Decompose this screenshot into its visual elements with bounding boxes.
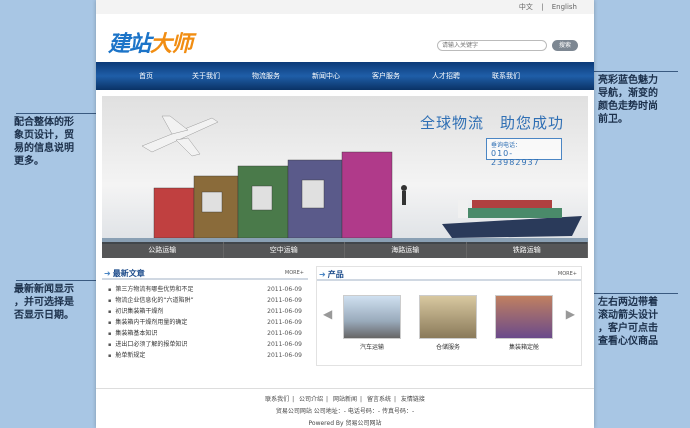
- product-label: 汽车运输: [359, 344, 384, 351]
- product-card[interactable]: 汽车运输: [343, 295, 401, 351]
- hotline-number: 010-23982937: [491, 149, 540, 167]
- annotation-line: 左右两边带着: [598, 297, 658, 308]
- product-carousel: ◀ 汽车运输 仓储服务 集装箱定舱 ▶: [317, 287, 581, 351]
- language-switch: 中文 | English: [516, 2, 580, 12]
- annotation-line: 导航，渐变的: [598, 88, 658, 99]
- cargo-ship-icon: [442, 200, 582, 238]
- logo-text-part-a: 建站: [108, 32, 151, 57]
- footer-info: 贸易公司网站 公司地址：- 电话号码：- 传真号码：-: [275, 408, 415, 415]
- nav-item-logistics[interactable]: 物流服务: [236, 71, 296, 81]
- annotation-line: 颜色走势时尚: [598, 101, 658, 112]
- annotation-line: ，并可选择是: [14, 297, 74, 308]
- annotation-line: 前卫。: [598, 114, 628, 125]
- lang-chinese-link[interactable]: 中文: [519, 3, 533, 11]
- annotation-left-bottom: 最新新闻显示 ，并可选择是 否显示日期。: [14, 283, 96, 322]
- annotation-line: 最新新闻显示: [14, 284, 74, 295]
- product-card[interactable]: 集装箱定舱: [495, 295, 553, 351]
- news-item[interactable]: 物流企业信息化的“六道陷阱”2011-06-09: [102, 295, 308, 306]
- search-input[interactable]: [437, 40, 547, 51]
- news-item[interactable]: 集装箱基本知识2011-06-09: [102, 328, 308, 339]
- annotation-line: 查看心仪商品: [598, 336, 658, 347]
- lang-separator: |: [541, 3, 544, 11]
- news-section: ➜最新文章 MORE+ 第三方物流有哪些优势和不足2011-06-09 物流企业…: [102, 266, 308, 361]
- nav-item-news[interactable]: 新闻中心: [296, 71, 356, 81]
- news-item[interactable]: 进出口必须了解的报单知识2011-06-09: [102, 339, 308, 350]
- product-card[interactable]: 仓储服务: [419, 295, 477, 351]
- banner-slogan: 全球物流 助您成功: [419, 114, 564, 132]
- banner-tab-air[interactable]: 空中运输: [224, 242, 345, 258]
- site-logo[interactable]: 建站大师: [108, 26, 193, 58]
- news-title: ➜ 最新文章: [104, 268, 145, 279]
- annotation-line: 配合整体的形: [14, 117, 74, 128]
- carousel-right-arrow-icon[interactable]: ▶: [566, 307, 575, 321]
- annotation-line: 易的信息说明: [14, 143, 74, 154]
- products-title: ➜ 产品: [319, 269, 344, 280]
- site-header: 建站大师 搜索: [96, 14, 594, 62]
- news-list: 第三方物流有哪些优势和不足2011-06-09 物流企业信息化的“六道陷阱”20…: [102, 284, 308, 361]
- website-page: 中文 | English 建站大师 搜索 首页 关于我们 物流服务 新闻中心 客…: [96, 0, 594, 428]
- logo-text-part-b: 大师: [150, 32, 193, 57]
- news-item[interactable]: 舱单新规定2011-06-09: [102, 350, 308, 361]
- product-label: 仓储服务: [435, 344, 460, 351]
- product-label: 集装箱定舱: [508, 344, 539, 351]
- arrow-right-icon: ➜: [104, 269, 111, 278]
- airplane-icon: [141, 115, 219, 157]
- footer-link-friends[interactable]: 友情链接: [401, 396, 425, 403]
- news-item[interactable]: 集装箱内干燥剂用量的确定2011-06-09: [102, 317, 308, 328]
- hotline-box: 垂询电话： 010-23982937: [486, 138, 562, 167]
- footer-link-contact[interactable]: 联系我们: [265, 396, 289, 403]
- annotation-right-top: 亮彩蓝色魅力 导航，渐变的 颜色走势时尚 前卫。: [598, 74, 684, 126]
- footer-links: 联系我们 | 公司介绍 | 网站新闻 | 留言系统 | 友情链接: [265, 396, 425, 403]
- product-image-warehouse: [419, 295, 477, 339]
- screenshot-stage: 配合整体的形 象页设计，贸 易的信息说明 更多。 最新新闻显示 ，并可选择是 否…: [0, 0, 690, 428]
- annotation-line: 滚动箭头设计: [598, 310, 658, 321]
- products-section: ➜ 产品 MORE+ ◀ 汽车运输 仓储服务 集装箱定舱 ▶: [316, 266, 582, 366]
- nav-item-jobs[interactable]: 人才招聘: [416, 71, 476, 81]
- product-image-truck: [343, 295, 401, 339]
- search-bar: 搜索: [437, 40, 578, 51]
- nav-item-home[interactable]: 首页: [116, 71, 176, 81]
- banner-tabs: 公路运输 空中运输 海路运输 铁路运输: [102, 242, 588, 258]
- annotation-line: 否显示日期。: [14, 310, 74, 321]
- carousel-left-arrow-icon[interactable]: ◀: [323, 307, 332, 321]
- businessman-icon: [401, 185, 407, 205]
- nav-item-service[interactable]: 客户服务: [356, 71, 416, 81]
- footer-link-news[interactable]: 网站新闻: [333, 396, 357, 403]
- footer-link-about[interactable]: 公司介绍: [299, 396, 323, 403]
- products-title-text: 产品: [327, 270, 344, 279]
- main-nav: 首页 关于我们 物流服务 新闻中心 客户服务 人才招聘 联系我们: [96, 62, 594, 90]
- nav-item-contact[interactable]: 联系我们: [476, 71, 536, 81]
- nav-item-about[interactable]: 关于我们: [176, 71, 236, 81]
- lang-english-link[interactable]: English: [552, 3, 577, 11]
- top-bar: 中文 | English: [96, 0, 594, 14]
- search-button[interactable]: 搜索: [552, 40, 578, 51]
- annotation-line: 亮彩蓝色魅力: [598, 75, 658, 86]
- news-more-link[interactable]: MORE+: [285, 270, 304, 276]
- annotation-line: ，客户可点击: [598, 323, 658, 334]
- banner-tab-rail[interactable]: 铁路运输: [467, 242, 588, 258]
- site-footer: 联系我们 | 公司介绍 | 网站新闻 | 留言系统 | 友情链接 贸易公司网站 公司地址…: [96, 388, 594, 428]
- products-header: ➜ 产品 MORE+: [317, 267, 581, 281]
- news-item[interactable]: 第三方物流有哪些优势和不足2011-06-09: [102, 284, 308, 295]
- news-title-text: 最新文章: [112, 269, 145, 278]
- annotation-line: 更多。: [14, 156, 44, 167]
- annotation-line: 象页设计，贸: [14, 130, 74, 141]
- products-more-link[interactable]: MORE+: [558, 271, 577, 277]
- news-header: ➜ 最新文章 MORE+: [102, 266, 308, 280]
- footer-powered-by: Powered By 贸易公司网站: [308, 420, 382, 427]
- banner-tab-road[interactable]: 公路运输: [102, 242, 224, 258]
- annotation-right-bottom: 左右两边带着 滚动箭头设计 ，客户可点击 查看心仪商品: [598, 296, 684, 348]
- footer-link-guestbook[interactable]: 留言系统: [367, 396, 391, 403]
- product-image-containers: [495, 295, 553, 339]
- hotline-label: 垂询电话：: [491, 142, 522, 149]
- news-item[interactable]: 初识集装箱干燥剂2011-06-09: [102, 306, 308, 317]
- arrow-right-icon: ➜: [319, 270, 326, 279]
- banner-tab-sea[interactable]: 海路运输: [345, 242, 467, 258]
- container-stack: [153, 151, 393, 239]
- hero-banner: 全球物流 助您成功 垂询电话： 010-23982937 公路运输 空中运输 海…: [102, 96, 588, 258]
- annotation-left-top: 配合整体的形 象页设计，贸 易的信息说明 更多。: [14, 116, 96, 168]
